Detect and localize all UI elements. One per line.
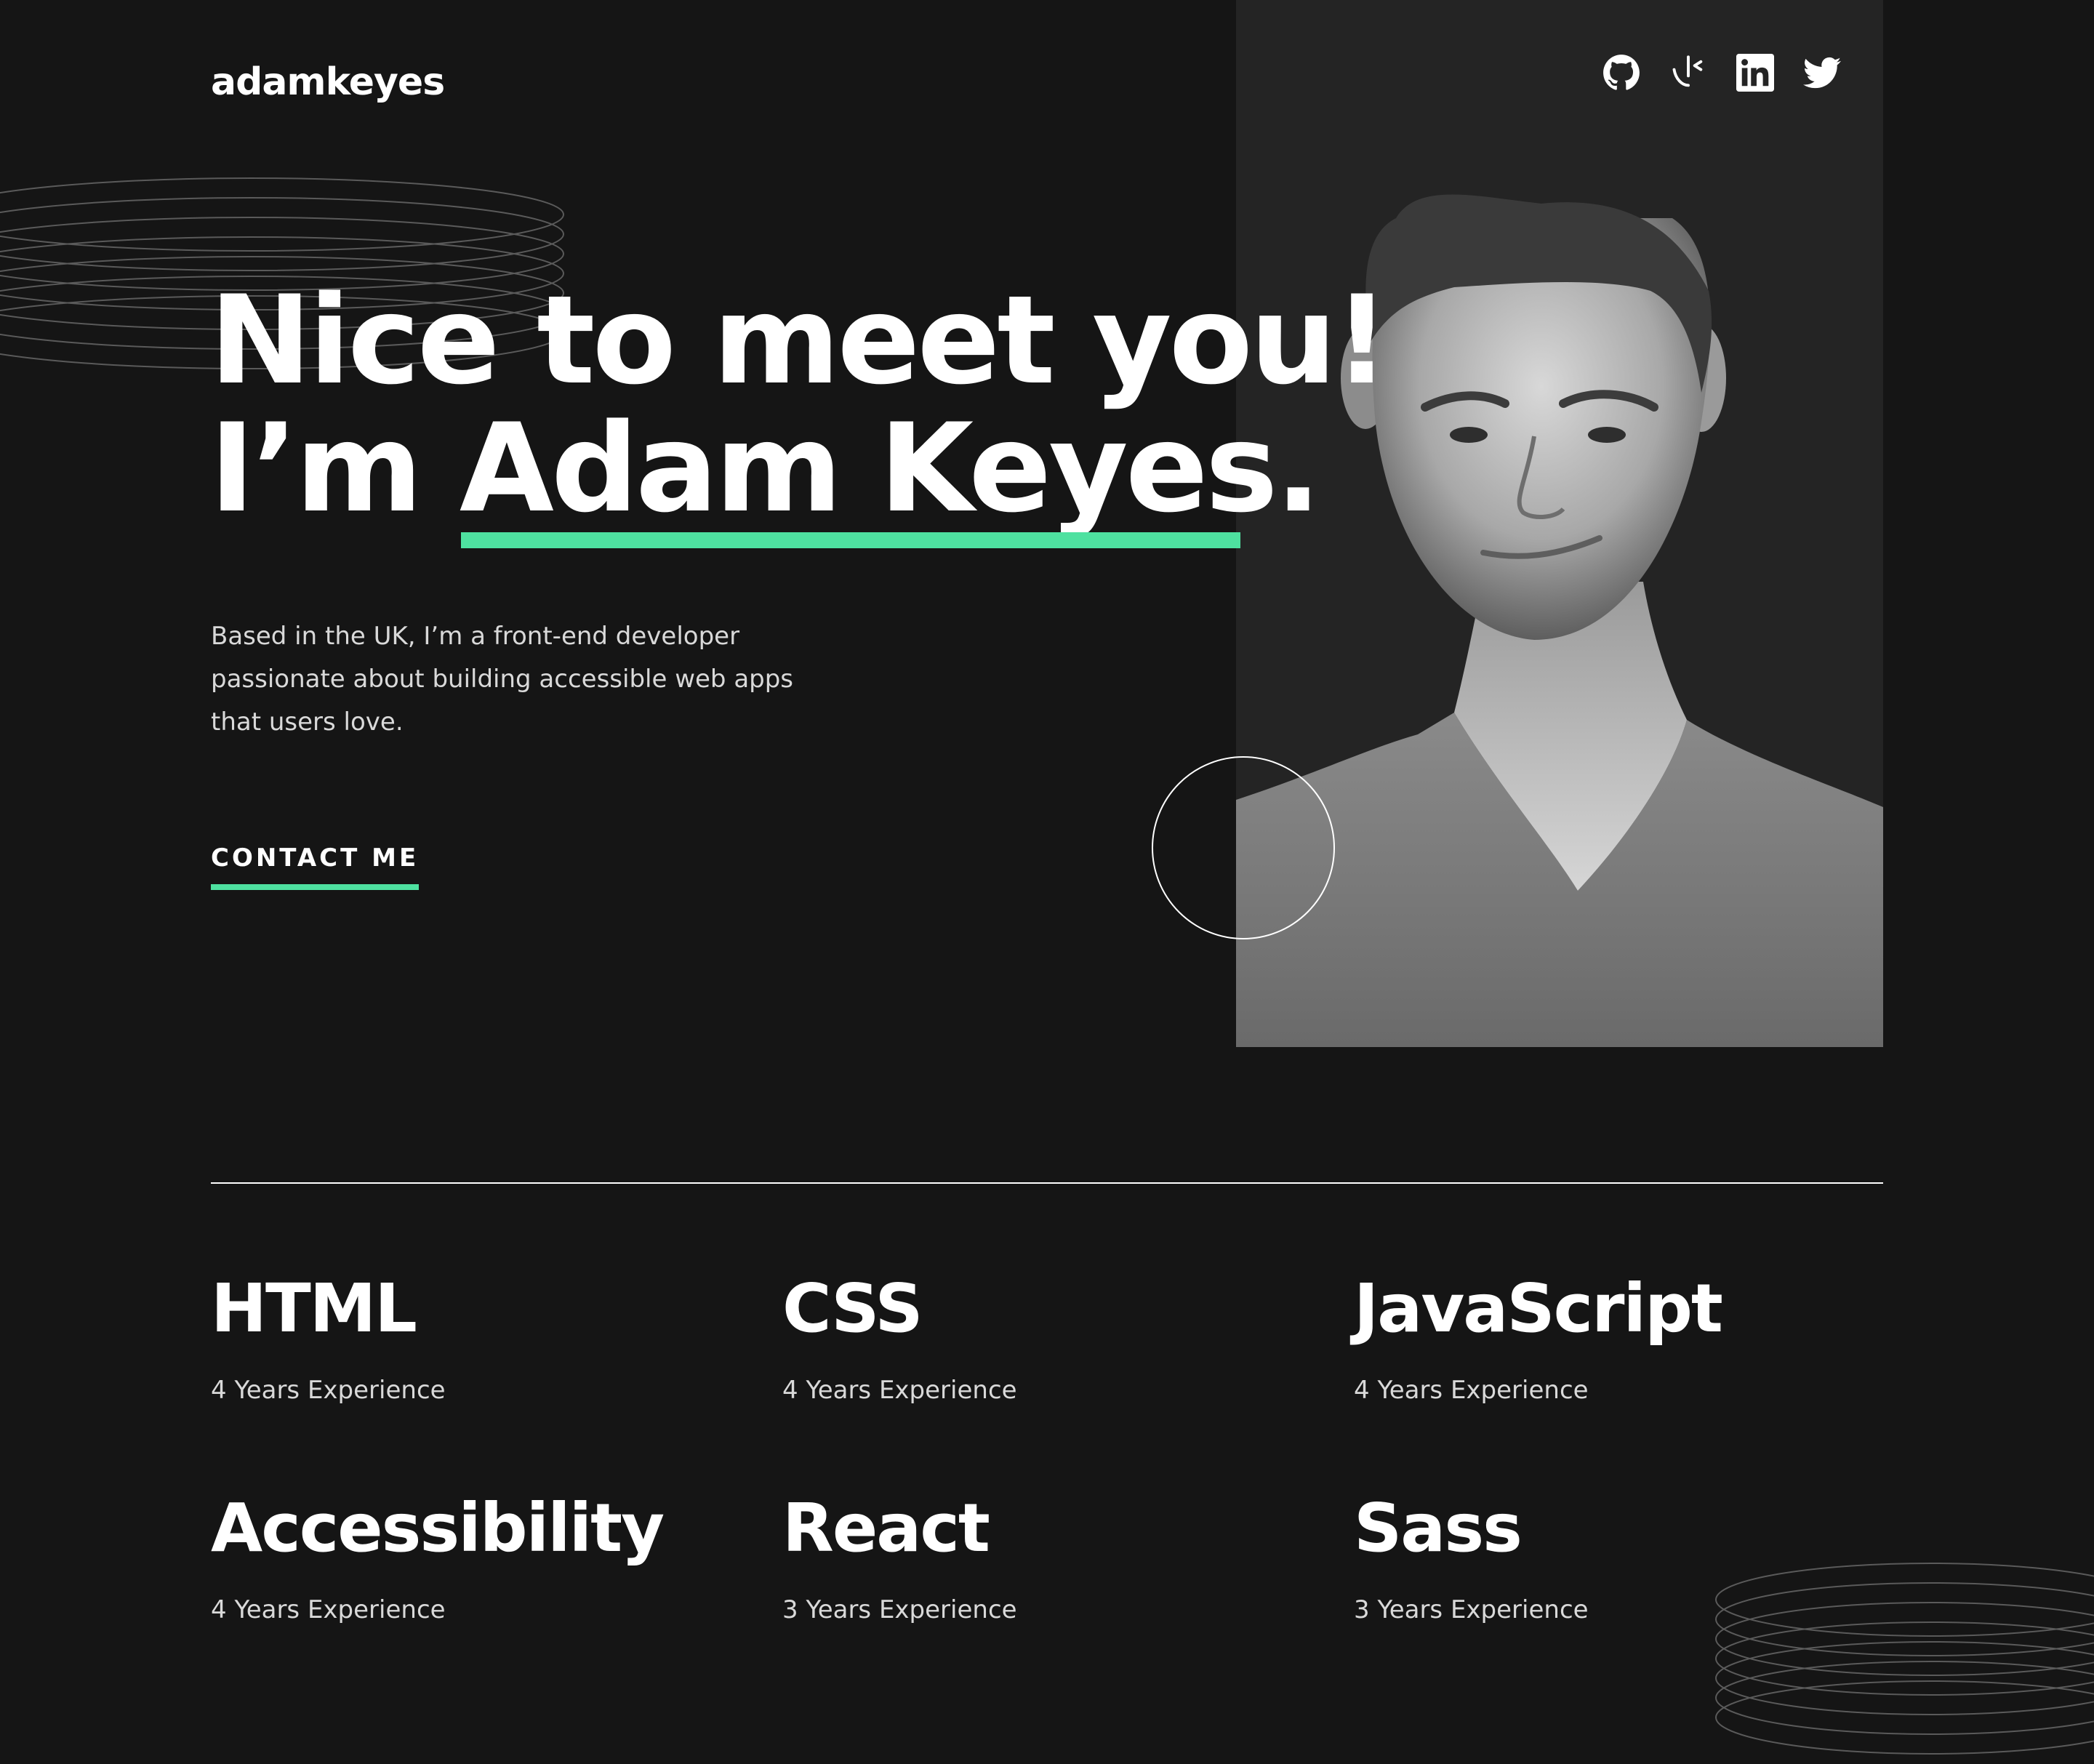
section-divider	[211, 1182, 1883, 1184]
github-icon	[1603, 55, 1640, 90]
twitter-icon	[1803, 57, 1841, 89]
hero-title: Nice to meet you! I’m Adam Keyes.	[209, 269, 1389, 548]
hero-title-line1: Nice to meet you!	[209, 269, 1389, 412]
skills-grid: HTML 4 Years Experience CSS 4 Years Expe…	[211, 1265, 1883, 1704]
hero-title-suffix: .	[1275, 397, 1322, 540]
frontend-mentor-icon	[1672, 55, 1703, 87]
hero-title-line2: I’m Adam Keyes.	[209, 397, 1387, 548]
skill-experience: 4 Years Experience	[1354, 1376, 1589, 1405]
skill-item-sass: Sass 3 Years Experience	[1354, 1485, 1883, 1704]
github-link[interactable]	[1602, 54, 1640, 92]
portfolio-page: adamkeyes Nice to meet you! I’m Adam Key…	[0, 0, 2094, 1764]
skill-item-react: React 3 Years Experience	[782, 1485, 1354, 1704]
contact-me-link[interactable]: CONTACT ME	[211, 839, 420, 890]
skill-experience: 3 Years Experience	[1354, 1595, 1589, 1624]
twitter-link[interactable]	[1803, 54, 1841, 92]
site-logo[interactable]: adamkeyes	[211, 57, 445, 108]
skill-item-html: HTML 4 Years Experience	[211, 1265, 782, 1485]
skill-name: Accessibility	[211, 1489, 665, 1567]
skill-name: JavaScript	[1354, 1270, 1723, 1347]
skill-name: HTML	[211, 1270, 417, 1347]
skill-name: CSS	[782, 1270, 923, 1347]
decorative-circle	[1152, 756, 1335, 939]
hero-name-highlight: Adam Keyes	[459, 397, 1278, 548]
linkedin-icon	[1736, 54, 1774, 92]
skill-experience: 4 Years Experience	[211, 1595, 446, 1624]
skill-experience: 3 Years Experience	[782, 1595, 1017, 1624]
skill-name: React	[782, 1489, 990, 1567]
skill-item-accessibility: Accessibility 4 Years Experience	[211, 1485, 782, 1704]
skill-experience: 4 Years Experience	[211, 1376, 446, 1405]
skill-name: Sass	[1354, 1489, 1523, 1567]
social-links	[1602, 54, 1841, 92]
skill-experience: 4 Years Experience	[782, 1376, 1017, 1405]
linkedin-link[interactable]	[1736, 54, 1774, 92]
skill-item-css: CSS 4 Years Experience	[782, 1265, 1354, 1485]
frontend-mentor-link[interactable]	[1669, 54, 1707, 92]
hero-description: Based in the UK, I’m a front-end develop…	[211, 622, 794, 737]
skill-item-javascript: JavaScript 4 Years Experience	[1354, 1265, 1883, 1485]
hero-title-prefix: I’m	[209, 397, 460, 540]
